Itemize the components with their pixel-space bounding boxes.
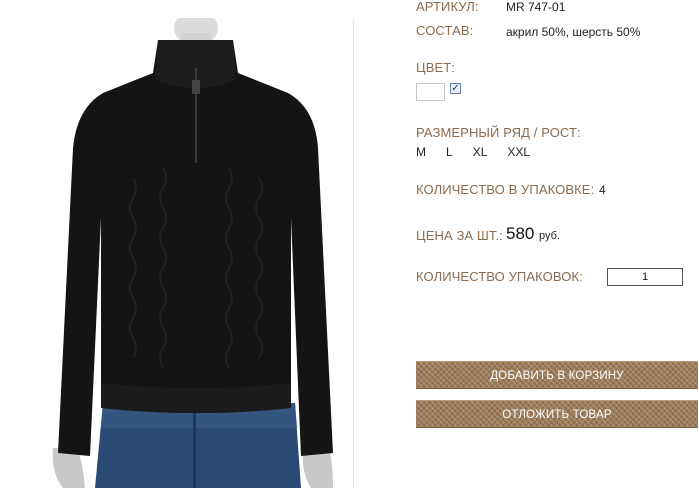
sweater-image xyxy=(52,18,333,488)
product-photo[interactable] xyxy=(33,18,354,488)
size-option: M xyxy=(416,145,426,159)
size-option: XL xyxy=(472,145,488,159)
article-value: MR 747-01 xyxy=(506,0,566,14)
size-option: XXL xyxy=(507,145,531,159)
packs-quantity-label: КОЛИЧЕСТВО УПАКОВОК: xyxy=(416,269,583,284)
pack-quantity-value: 4 xyxy=(599,183,606,197)
price-value: 580 xyxy=(506,224,535,243)
composition-value: акрил 50%, шерсть 50% xyxy=(506,25,641,39)
article-label: АРТИКУЛ: xyxy=(416,0,479,14)
packs-quantity-input[interactable] xyxy=(607,268,683,286)
price-label: ЦЕНА ЗА ШТ.: xyxy=(416,228,503,243)
size-option: L xyxy=(446,145,453,159)
pack-quantity-label: КОЛИЧЕСТВО В УПАКОВКЕ: xyxy=(416,182,595,197)
price-currency: руб. xyxy=(539,230,560,242)
composition-label: СОСТАВ: xyxy=(416,23,474,38)
color-swatch[interactable] xyxy=(416,83,445,101)
size-list: M L XL XXL xyxy=(416,145,550,159)
size-label: РАЗМЕРНЫЙ РЯД / РОСТ: xyxy=(416,125,581,140)
color-label: ЦВЕТ: xyxy=(416,60,456,75)
add-to-cart-button[interactable]: ДОБАВИТЬ В КОРЗИНУ xyxy=(416,361,698,389)
postpone-button[interactable]: ОТЛОЖИТЬ ТОВАР xyxy=(416,400,698,428)
color-checkbox[interactable]: ✓ xyxy=(450,83,461,94)
